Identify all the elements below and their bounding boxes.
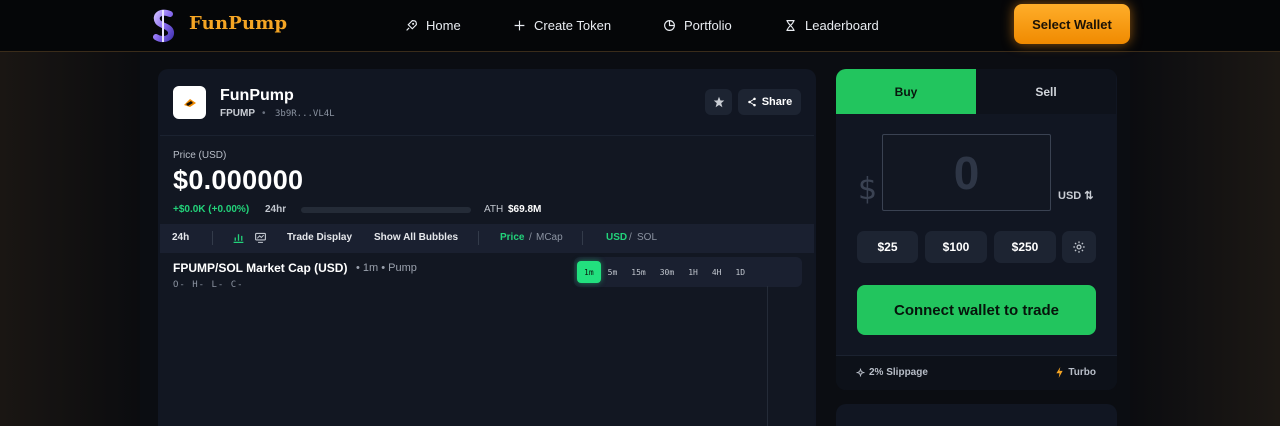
price-period: 24hr <box>265 204 287 215</box>
token-logo-icon <box>183 98 196 107</box>
chart-crosshair-line <box>767 286 768 426</box>
timeframe-5m-button[interactable]: 5m <box>601 261 625 283</box>
token-address[interactable]: 3b9R...VL4L <box>275 109 335 119</box>
plus-icon <box>514 20 525 30</box>
period-selector[interactable]: 24h <box>172 232 189 243</box>
background-left <box>0 52 140 426</box>
currency-toggle[interactable]: USD ⇅ <box>1058 189 1094 202</box>
nav-portfolio[interactable]: Portfolio <box>663 16 732 34</box>
toolbar-slash: / <box>529 232 532 243</box>
chart-title: FPUMP/SOL Market Cap (USD) <box>173 261 348 275</box>
show-bubbles-toggle[interactable]: Show All Bubbles <box>374 232 458 243</box>
token-separator: • <box>262 108 266 119</box>
toolbar-divider <box>212 231 213 245</box>
hourglass-icon <box>786 19 795 31</box>
chart-subtitle: • 1m • Pump <box>356 262 417 274</box>
quick-amount-250-button[interactable]: $250 <box>994 231 1056 263</box>
price-label: Price (USD) <box>173 150 227 161</box>
chart-toolbar: 24h Trade Display Show All Bubbles Price… <box>160 224 814 253</box>
tab-buy[interactable]: Buy <box>836 69 976 114</box>
toolbar-divider <box>582 231 583 245</box>
ath-label: ATH <box>484 204 504 215</box>
currency-symbol: $ <box>858 172 878 207</box>
amount-input[interactable] <box>883 135 1050 210</box>
ohlc-readout: O- H- L- C- <box>173 280 244 290</box>
lightning-icon <box>1056 367 1064 378</box>
nav-create-token-label: Create Token <box>534 17 612 33</box>
turbo-toggle[interactable]: Turbo <box>1055 367 1096 378</box>
toolbar-divider <box>478 231 479 245</box>
timeframe-1m-button[interactable]: 1m <box>577 261 601 283</box>
pie-chart-icon <box>664 19 675 31</box>
indicators-icon[interactable] <box>232 231 245 249</box>
nav-leaderboard-label: Leaderboard <box>805 17 879 33</box>
chart-display-icon[interactable] <box>254 231 267 249</box>
trade-settings-button[interactable] <box>1062 231 1096 263</box>
gear-icon <box>1073 241 1085 253</box>
price-option[interactable]: Price <box>500 232 524 243</box>
rocket-icon <box>406 19 417 31</box>
nav-home-label: Home <box>426 17 461 33</box>
timeframe-4h-button[interactable]: 4H <box>705 261 729 283</box>
token-ticker: FPUMP <box>220 108 255 119</box>
timeframe-selector: 1m 5m 15m 30m 1H 4H 1D <box>574 257 802 287</box>
secondary-card <box>836 404 1117 426</box>
brand-logo-icon[interactable] <box>150 8 178 44</box>
usd-option[interactable]: USD <box>606 232 627 243</box>
slippage-label: 2% Slippage <box>869 367 928 378</box>
bonding-progress-bar <box>301 207 471 213</box>
mcap-option[interactable]: MCap <box>536 232 563 243</box>
nav-create-token[interactable]: Create Token <box>513 16 611 34</box>
sol-option[interactable]: SOL <box>637 232 657 243</box>
trade-footer: 2% Slippage Turbo <box>836 355 1117 390</box>
top-navbar: FunPump Home Create Token Portfolio Lead… <box>0 0 1280 52</box>
toolbar-slash: / <box>629 232 632 243</box>
trade-display-toggle[interactable]: Trade Display <box>287 232 352 243</box>
background-right <box>1130 52 1280 426</box>
turbo-label: Turbo <box>1068 367 1096 378</box>
timeframe-1d-button[interactable]: 1D <box>728 261 752 283</box>
favorite-button[interactable] <box>705 89 732 115</box>
price-value: $0.000000 <box>173 165 304 195</box>
brand-name[interactable]: FunPump <box>189 13 287 34</box>
timeframe-1h-button[interactable]: 1H <box>681 261 705 283</box>
price-change: +$0.0K (+0.00%) <box>173 204 250 215</box>
amount-box <box>882 134 1051 211</box>
timeframe-15m-button[interactable]: 15m <box>624 261 652 283</box>
ath-value: $69.8M <box>508 204 542 215</box>
select-wallet-button[interactable]: Select Wallet <box>1014 4 1130 44</box>
share-label: Share <box>761 96 793 108</box>
tab-sell[interactable]: Sell <box>976 69 1116 114</box>
nav-home[interactable]: Home <box>405 16 461 34</box>
gear-icon <box>856 368 865 377</box>
star-icon <box>713 96 724 108</box>
nav-portfolio-label: Portfolio <box>684 17 732 33</box>
timeframe-30m-button[interactable]: 30m <box>653 261 681 283</box>
token-panel: FunPump FPUMP • 3b9R...VL4L Share Price … <box>158 69 816 426</box>
trade-panel: Buy Sell $ USD ⇅ $25 $100 $250 Connect w… <box>836 69 1117 390</box>
token-name: FunPump <box>220 87 294 104</box>
connect-wallet-button[interactable]: Connect wallet to trade <box>857 285 1096 335</box>
slippage-setting[interactable]: 2% Slippage <box>856 367 928 378</box>
share-icon <box>747 97 756 107</box>
token-avatar <box>173 86 206 119</box>
share-button[interactable]: Share <box>738 89 801 115</box>
quick-amount-25-button[interactable]: $25 <box>857 231 918 263</box>
quick-amount-100-button[interactable]: $100 <box>925 231 987 263</box>
price-area: Price (USD) $0.000000 +$0.0K (+0.00%) 24… <box>160 135 814 426</box>
nav-leaderboard[interactable]: Leaderboard <box>784 16 879 34</box>
